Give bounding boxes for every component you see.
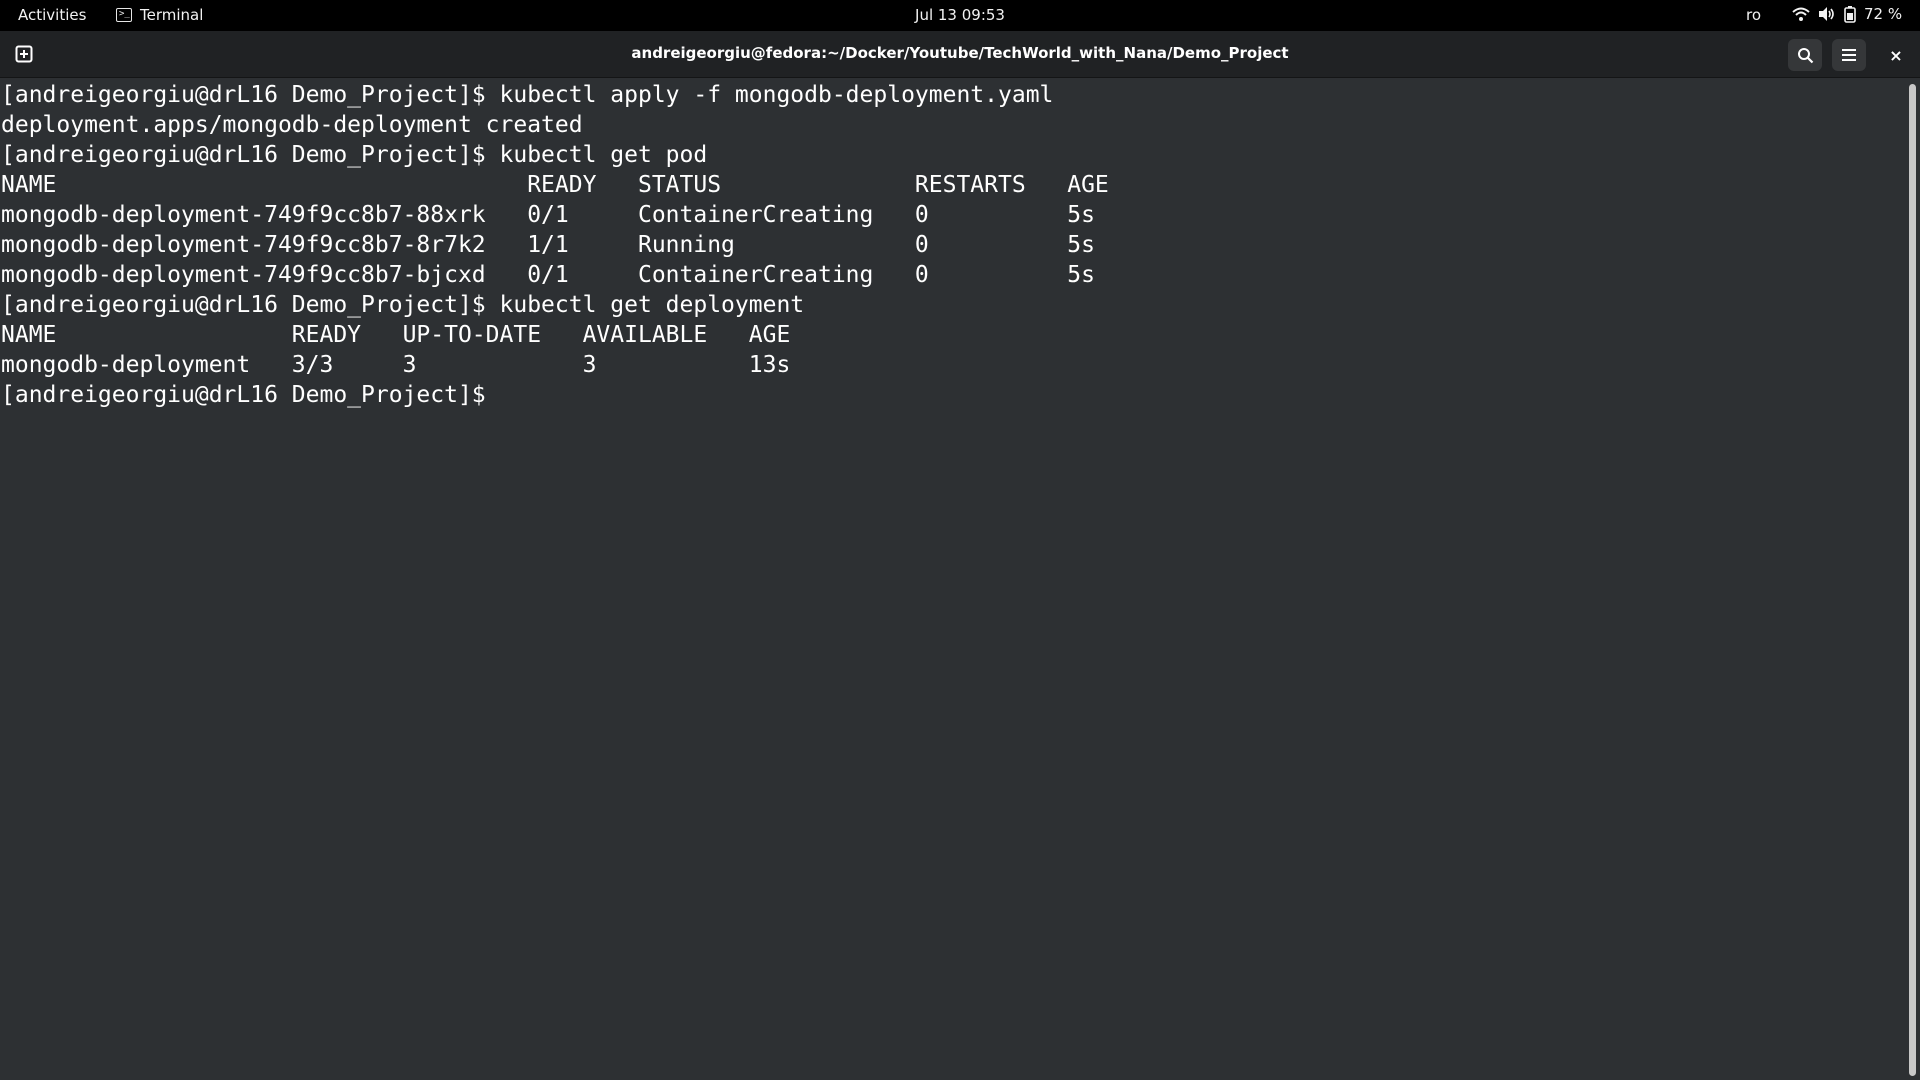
battery-percentage: 72 % [1864, 5, 1903, 23]
main-menu-button[interactable] [1832, 39, 1866, 71]
terminal-headerbar: andreigeorgiu@fedora:~/Docker/Youtube/Te… [0, 31, 1920, 78]
terminal-line: [andreigeorgiu@drL16 Demo_Project]$ kube… [1, 292, 805, 318]
hamburger-menu-icon [1842, 49, 1856, 61]
terminal-prompt-line: [andreigeorgiu@drL16 Demo_Project]$ [1, 382, 500, 408]
wifi-icon [1792, 6, 1810, 22]
terminal-line: [andreigeorgiu@drL16 Demo_Project]$ kube… [1, 82, 1054, 108]
close-icon: × [1889, 45, 1903, 65]
new-tab-icon [15, 45, 33, 63]
terminal-app-icon: >_ [116, 8, 132, 22]
volume-icon [1818, 6, 1836, 22]
activities-button[interactable]: Activities [18, 6, 86, 24]
clock-container: Jul 13 09:53 [0, 6, 1920, 24]
window-title: andreigeorgiu@fedora:~/Docker/Youtube/Te… [631, 44, 1289, 62]
battery-icon [1844, 5, 1856, 23]
terminal-line: mongodb-deployment-749f9cc8b7-8r7k2 1/1 … [1, 232, 1095, 258]
terminal-line: NAME READY UP-TO-DATE AVAILABLE AGE [1, 322, 791, 348]
terminal-line: [andreigeorgiu@drL16 Demo_Project]$ kube… [1, 142, 708, 168]
close-window-button[interactable]: × [1880, 39, 1912, 71]
terminal-output[interactable]: [andreigeorgiu@drL16 Demo_Project]$ kube… [0, 78, 1906, 1080]
search-button[interactable] [1788, 39, 1822, 71]
top-bar: Activities >_ Terminal Jul 13 09:53 ro 7… [0, 0, 1920, 31]
system-status-menu[interactable]: 72 % [1792, 5, 1902, 23]
app-menu[interactable]: >_ Terminal [116, 6, 203, 24]
terminal-scrollbar[interactable] [1906, 78, 1920, 1080]
terminal-line: mongodb-deployment 3/3 3 3 13s [1, 352, 791, 378]
terminal-line: NAME READY STATUS RESTARTS AGE [1, 172, 1109, 198]
new-tab-button[interactable] [10, 40, 38, 68]
terminal-line: mongodb-deployment-749f9cc8b7-bjcxd 0/1 … [1, 262, 1095, 288]
scrollbar-thumb[interactable] [1909, 84, 1916, 1076]
app-name: Terminal [140, 6, 204, 24]
search-icon [1797, 47, 1813, 63]
clock[interactable]: Jul 13 09:53 [915, 6, 1005, 24]
terminal-line: mongodb-deployment-749f9cc8b7-88xrk 0/1 … [1, 202, 1095, 228]
keyboard-layout-indicator[interactable]: ro [1746, 6, 1761, 24]
terminal-line: deployment.apps/mongodb-deployment creat… [1, 112, 583, 138]
